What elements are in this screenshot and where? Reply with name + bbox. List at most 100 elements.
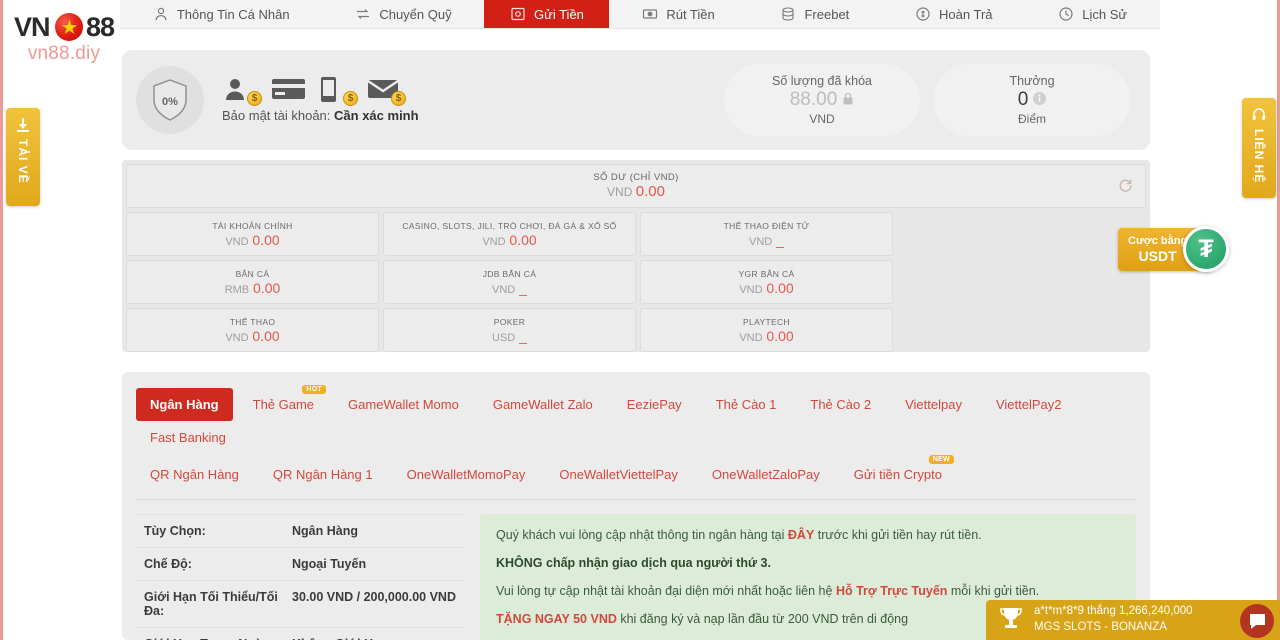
nav-item-withdraw[interactable]: Rút Tiền	[609, 0, 747, 28]
card-icon[interactable]	[272, 77, 306, 103]
security-shield: 0%	[122, 66, 218, 134]
bonus-points-value: 0	[1018, 89, 1047, 111]
notice-highlight[interactable]: Hỗ Trợ Trực Tuyến	[836, 584, 947, 598]
deposit-tab[interactable]: QR Ngân Hàng	[136, 458, 253, 491]
nav-label-deposit: Gửi Tiền	[534, 6, 584, 22]
site-logo[interactable]: VN 88 ★ vn88.diy	[8, 12, 120, 65]
deposit-tab[interactable]: OneWalletMomoPay	[393, 458, 540, 491]
nav-item-deposit[interactable]: Gửi Tiền	[484, 0, 610, 28]
notice-line: Quý khách vui lòng cập nhật thông tin ng…	[496, 526, 1120, 544]
wallet-cell[interactable]: JDB BẮN CÁ VND _	[383, 260, 636, 304]
total-balance-currency: VND	[607, 185, 633, 199]
wallet-balance: VND 0.00	[225, 328, 279, 344]
total-balance-row: SỐ DƯ (CHỈ VND) VND 0.00	[126, 164, 1146, 208]
history-icon	[1058, 6, 1074, 22]
wallet-name: TÀI KHOẢN CHÍNH	[212, 220, 293, 231]
contact-side-tab[interactable]: LIÊN HỆ	[1242, 98, 1276, 198]
deposit-tab[interactable]: Gửi tiền Crypto NEW	[840, 455, 956, 491]
wallet-cell[interactable]: TÀI KHOẢN CHÍNH VND 0.00	[126, 212, 379, 256]
info-row: Tùy Chọn: Ngân Hàng	[136, 514, 466, 548]
deposit-tabs-row-1: Ngân Hàng Thẻ Game HOT GameWallet Momo GameW…	[136, 385, 1136, 454]
info-value: Ngoại Tuyến	[292, 557, 367, 571]
wallet-cell[interactable]: POKER USD _	[383, 308, 636, 352]
nav-item-freebet[interactable]: Freebet	[748, 0, 883, 28]
wallet-cell[interactable]: YGR BẮN CÁ VND 0.00	[640, 260, 893, 304]
info-icon[interactable]	[1033, 89, 1047, 111]
download-icon	[15, 117, 31, 133]
wallet-cell[interactable]: THỂ THAO VND 0.00	[126, 308, 379, 352]
wallet-amount: _	[515, 279, 527, 296]
deposit-tab[interactable]: ViettelPay2	[982, 388, 1076, 421]
total-balance-value: VND 0.00	[607, 183, 665, 200]
deposit-tab[interactable]: GameWallet Zalo	[479, 388, 607, 421]
account-stat-pills: Số lượng đã khóa 88.00 VND Thưởng 0 Điểm	[724, 64, 1150, 136]
deposit-tab[interactable]: GameWallet Momo	[334, 388, 473, 421]
deposit-tab-badge: NEW	[928, 455, 954, 464]
notice-highlight[interactable]: ĐÂY	[788, 528, 814, 542]
deposit-tab[interactable]: Thẻ Cào 1	[702, 388, 791, 421]
notice-text: trước khi gửi tiền hay rút tiền.	[814, 528, 982, 542]
logo-wordmark: VN 88 ★	[8, 12, 120, 42]
info-key: Giới Hạn Tối Thiểu/Tối Đa:	[144, 590, 278, 618]
wallet-name: BẮN CÁ	[235, 268, 270, 279]
verification-block: $ $ $ Bảo mật tài khoản: Cần xác minh	[218, 77, 419, 123]
deposit-tab-label: GameWallet Zalo	[492, 397, 593, 412]
rebate-icon	[915, 6, 931, 22]
user-dollar-icon[interactable]: $	[224, 77, 262, 106]
wallet-balance: USD _	[492, 328, 527, 344]
notice-highlight[interactable]: TẶNG NGAY 50 VND	[496, 612, 617, 626]
refresh-icon[interactable]	[1118, 178, 1133, 198]
wallet-balance: RMB 0.00	[225, 280, 281, 296]
info-value: Ngân Hàng	[292, 524, 358, 538]
nav-item-rebate[interactable]: Hoàn Trả	[882, 0, 1025, 28]
deposit-tab[interactable]: OneWalletViettelPay	[545, 458, 692, 491]
logo-text-left: VN	[13, 12, 51, 42]
notice-line: Vui lòng tự cập nhật tài khoản đại diện …	[496, 582, 1120, 600]
deposit-tab[interactable]: Thẻ Game HOT	[239, 385, 328, 421]
usdt-promo-badge[interactable]: Cược bằng USDT ₮	[1118, 226, 1230, 273]
deposit-tab[interactable]: Thẻ Cào 2	[796, 388, 885, 421]
balance-panel: SỐ DƯ (CHỈ VND) VND 0.00 TÀI KHOẢN CHÍNH…	[122, 160, 1150, 352]
wallet-name: POKER	[493, 316, 526, 327]
usdt-promo-line1: Cược bằng	[1128, 235, 1188, 247]
info-row: Chế Độ: Ngoại Tuyến	[136, 548, 466, 581]
wallet-name: PLAYTECH	[742, 316, 791, 327]
wallet-cell[interactable]: CASINO, SLOTS, JILI, TRÒ CHƠI, ĐÁ GÀ & X…	[383, 212, 636, 256]
deposit-tab-label: OneWalletMomoPay	[406, 467, 526, 482]
phone-dollar-icon[interactable]: $	[320, 77, 358, 106]
wallet-cell[interactable]: THỂ THAO ĐIỆN TỬ VND _	[640, 212, 893, 256]
nav-item-transfer[interactable]: Chuyển Quỹ	[322, 0, 484, 28]
deposit-tab-label: Gửi tiền Crypto	[853, 467, 942, 482]
locked-amount-value: 88.00	[790, 89, 855, 111]
deposit-tab-label: Thẻ Game	[252, 397, 315, 412]
wallet-cell[interactable]: BẮN CÁ RMB 0.00	[126, 260, 379, 304]
deposit-tab[interactable]: EeziePay	[613, 388, 696, 421]
wallet-balance: VND _	[492, 280, 527, 296]
wallet-currency: VND	[739, 283, 763, 296]
deposit-tab[interactable]: Ngân Hàng	[136, 388, 233, 421]
nav-item-history[interactable]: Lịch Sử	[1025, 0, 1160, 28]
security-status-text: Bảo mật tài khoản: Cần xác minh	[222, 108, 419, 123]
withdraw-icon	[642, 6, 658, 22]
info-row: Giới Hạn Trong Ngày:Không Giới Hạn	[136, 628, 466, 640]
transfer-icon	[355, 6, 371, 22]
deposit-tab[interactable]: Viettelpay	[891, 388, 976, 421]
deposit-tab[interactable]: OneWalletZaloPay	[698, 458, 834, 491]
download-side-tab[interactable]: TẢI VỀ	[6, 108, 40, 206]
mail-dollar-icon[interactable]: $	[367, 77, 406, 106]
bonus-points-number: 0	[1017, 89, 1029, 110]
headset-icon	[1251, 107, 1267, 123]
coin-badge: $	[391, 91, 406, 106]
chat-icon[interactable]	[1240, 604, 1274, 638]
notice-line: KHÔNG chấp nhận giao dịch qua người thứ …	[496, 554, 1120, 572]
wallet-amount: 0.00	[762, 279, 794, 296]
wallet-cell[interactable]: PLAYTECH VND 0.00	[640, 308, 893, 352]
deposit-tab[interactable]: Fast Banking	[136, 421, 240, 454]
info-value: 30.00 VND / 200,000.00 VND	[292, 590, 456, 604]
deposit-tab[interactable]: QR Ngân Hàng 1	[259, 458, 387, 491]
logo-ball-icon: ★	[55, 13, 83, 41]
wallet-currency: VND	[739, 331, 763, 344]
nav-item-profile[interactable]: Thông Tin Cá Nhân	[120, 0, 322, 28]
notice-text: mỗi khi gửi tiền.	[947, 584, 1040, 599]
locked-amount-number: 88.00	[789, 89, 838, 110]
